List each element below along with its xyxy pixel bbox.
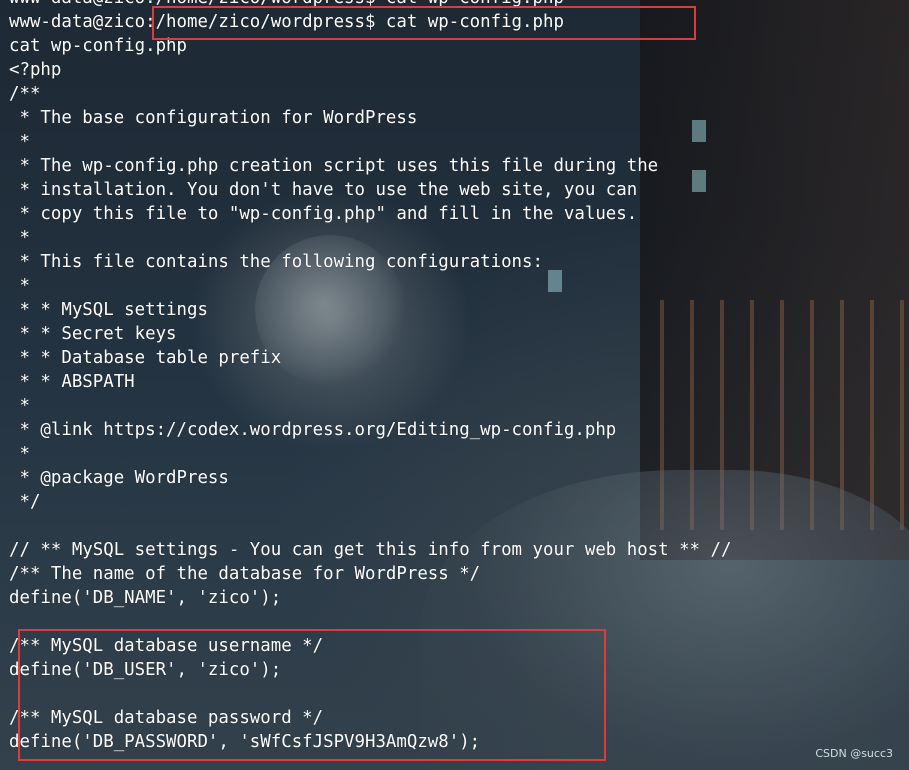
terminal-line: /**: [9, 84, 41, 104]
terminal-line: *: [9, 444, 30, 464]
terminal-line: * @link https://codex.wordpress.org/Edit…: [9, 420, 617, 440]
terminal-line: * * Secret keys: [9, 324, 177, 344]
terminal-line: * The wp-config.php creation script uses…: [9, 156, 659, 176]
terminal-line: * installation. You don't have to use th…: [9, 180, 638, 200]
terminal-line: // ** MySQL settings - You can get this …: [9, 540, 732, 560]
terminal-line: *: [9, 228, 30, 248]
highlight-box-credentials: [18, 629, 606, 761]
terminal-line: * * MySQL settings: [9, 300, 208, 320]
terminal-line: * This file contains the following confi…: [9, 252, 543, 272]
terminal-line: * * Database table prefix: [9, 348, 282, 368]
terminal-line: <?php: [9, 60, 62, 80]
highlight-box-command: [152, 6, 696, 40]
terminal-line: */: [9, 492, 41, 512]
terminal-line: * * ABSPATH: [9, 372, 135, 392]
terminal-line: * copy this file to "wp-config.php" and …: [9, 204, 638, 224]
terminal-line: *: [9, 132, 30, 152]
terminal-line: *: [9, 276, 30, 296]
terminal-line: *: [9, 396, 30, 416]
terminal-line: define('DB_NAME', 'zico');: [9, 588, 282, 608]
terminal-line: * @package WordPress: [9, 468, 229, 488]
watermark: CSDN @succ3: [815, 747, 893, 760]
terminal-line: * The base configuration for WordPress: [9, 108, 418, 128]
terminal-line: /** The name of the database for WordPre…: [9, 564, 481, 584]
